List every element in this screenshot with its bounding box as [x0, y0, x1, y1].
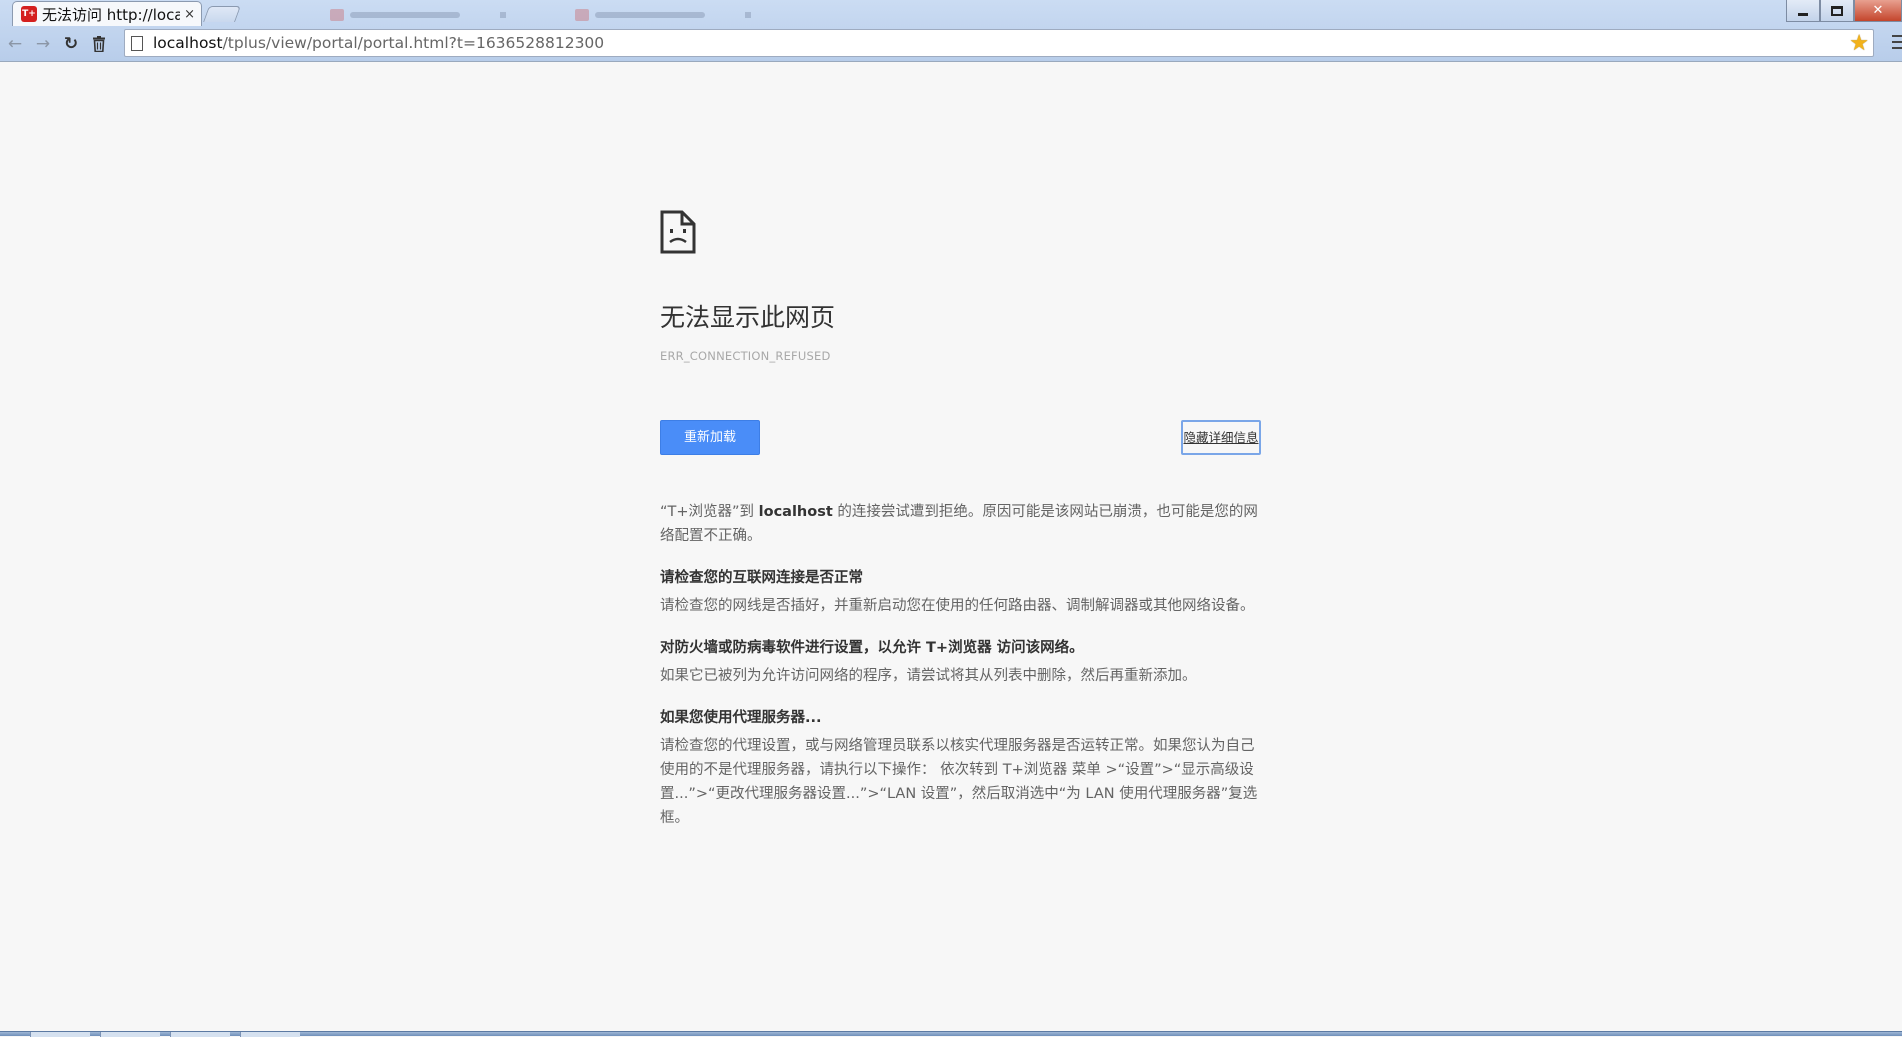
tab-title: 无法访问 http://local [42, 5, 181, 24]
ghost-favicon-icon [330, 9, 344, 21]
error-code: ERR_CONNECTION_REFUSED [660, 349, 831, 363]
back-button[interactable]: ← [2, 31, 28, 57]
tab-current[interactable]: T+ 无法访问 http://local × [12, 1, 202, 26]
os-taskbar [0, 1031, 1902, 1037]
reload-button[interactable]: 重新加载 [660, 420, 760, 455]
section-title-connection: 请检查您的互联网连接是否正常 [660, 570, 863, 586]
background-tab-ghost[interactable] [330, 8, 506, 22]
summary-prefix: “T+浏览器”到 [660, 504, 759, 520]
maximize-button[interactable] [1820, 0, 1854, 22]
taskbar-item[interactable] [240, 1032, 300, 1037]
section-body-proxy: 请检查您的代理设置，或与网络管理员联系以核实代理服务器是否运转正常。如果您认为自… [660, 738, 1258, 826]
ghost-close-icon [500, 12, 506, 18]
tab-strip: T+ 无法访问 http://local × ✕ [0, 0, 1902, 26]
taskbar-item[interactable] [170, 1032, 230, 1037]
trash-glyph-icon [93, 36, 105, 52]
browser-toolbar: ← → ↻ localhost/tplus/view/portal/portal… [0, 27, 1902, 61]
url-path: /tplus/view/portal/portal.html?t=1636528… [222, 34, 605, 52]
new-tab-button[interactable] [203, 6, 241, 22]
ghost-tab-title [350, 12, 460, 18]
background-tab-ghost[interactable] [575, 8, 751, 22]
trash-icon[interactable] [86, 31, 112, 57]
page-icon [131, 35, 143, 51]
bookmark-star-icon[interactable]: ★ [1849, 31, 1869, 56]
reload-icon[interactable]: ↻ [58, 31, 84, 57]
window-close-button[interactable]: ✕ [1854, 0, 1902, 22]
section-title-firewall: 对防火墙或防病毒软件进行设置，以允许 T+浏览器 访问该网络。 [660, 640, 1084, 656]
url-host: localhost [153, 34, 223, 52]
section-body-firewall: 如果它已被列为允许访问网络的程序，请尝试将其从列表中删除，然后再重新添加。 [660, 668, 1197, 684]
error-summary: “T+浏览器”到 localhost 的连接尝试遭到拒绝。原因可能是该网站已崩溃… [660, 500, 1260, 548]
window-controls: ✕ [1786, 0, 1902, 22]
taskbar-item[interactable] [30, 1032, 90, 1037]
address-url[interactable]: localhost/tplus/view/portal/portal.html?… [153, 34, 604, 52]
section-body-connection: 请检查您的网线是否插好，并重新启动您在使用的任何路由器、调制解调器或其他网络设备… [660, 598, 1255, 614]
ghost-favicon-icon [575, 9, 589, 21]
maximize-icon [1831, 5, 1843, 16]
tab-close-icon[interactable]: × [184, 7, 195, 22]
minimize-icon [1798, 13, 1808, 16]
hide-details-button[interactable]: 隐藏详细信息 [1181, 420, 1261, 455]
forward-button[interactable]: → [30, 31, 56, 57]
ghost-close-icon [745, 12, 751, 18]
menu-icon[interactable] [1892, 33, 1902, 51]
ghost-tab-title [595, 12, 705, 18]
address-bar[interactable]: localhost/tplus/view/portal/portal.html?… [124, 29, 1874, 57]
sad-page-icon [660, 210, 696, 254]
error-heading: 无法显示此网页 [660, 303, 836, 332]
error-details: “T+浏览器”到 localhost 的连接尝试遭到拒绝。原因可能是该网站已崩溃… [660, 500, 1260, 848]
summary-host: localhost [758, 504, 833, 520]
section-title-proxy: 如果您使用代理服务器... [660, 710, 822, 726]
tplus-favicon-icon: T+ [21, 6, 37, 22]
browser-chrome: T+ 无法访问 http://local × ✕ ← → ↻ localhost… [0, 0, 1902, 62]
minimize-button[interactable] [1786, 0, 1820, 22]
taskbar-item[interactable] [100, 1032, 160, 1037]
